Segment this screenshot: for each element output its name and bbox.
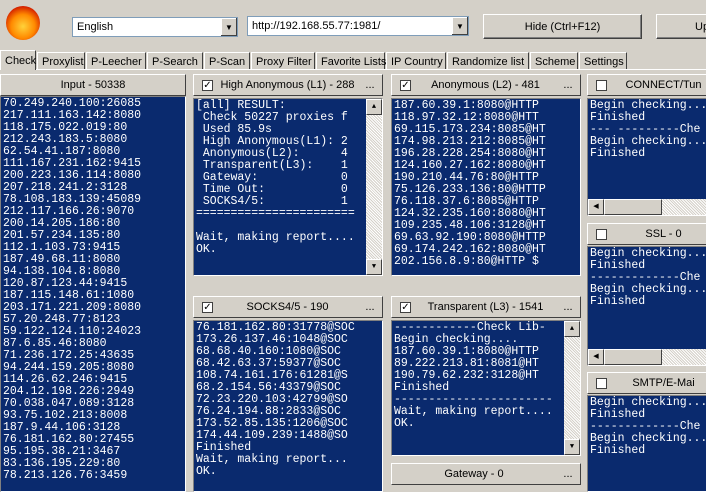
tab-randomize-list[interactable]: Randomize list — [447, 52, 529, 70]
input-pane-header: Input - 50338 — [0, 74, 186, 96]
input-pane-title: Input - 50338 — [60, 79, 126, 91]
log-line: Finished — [590, 295, 646, 308]
transparent-options-button[interactable]: ... — [556, 301, 580, 313]
connect-checkbox[interactable] — [596, 79, 607, 91]
tab-divider — [0, 69, 706, 70]
socks-lines: 76.181.162.80:31778@SOC 173.26.137.46:104… — [194, 321, 382, 479]
socks-header: ✓ SOCKS4/5 - 190 ... — [193, 296, 383, 318]
scroll-up-icon[interactable]: ▲ — [366, 99, 382, 115]
ssl-log[interactable]: Begin checking... Finished -------------Ch… — [587, 246, 706, 366]
input-lines: 70.249.240.100:26085 217.111.163.142:8080… — [1, 97, 185, 483]
smtp-checkbox[interactable] — [596, 377, 607, 389]
transparent-log[interactable]: ------------Check Lib- Begin checking....… — [391, 320, 581, 456]
connect-hscrollbar[interactable]: ◀ — [588, 199, 706, 215]
ssl-header: SSL - 0 — [587, 223, 706, 245]
log-line: 78.213.126.76:3459 — [3, 469, 128, 482]
log-line: OK. — [196, 243, 217, 256]
anon-checkbox[interactable]: ✓ — [400, 79, 411, 91]
tab-p-leecher[interactable]: P-Leecher — [86, 52, 146, 70]
high-anon-log[interactable]: [all] RESULT: Check 50227 proxies f Used… — [193, 98, 383, 276]
tab-settings[interactable]: Settings — [579, 52, 627, 70]
anon-list[interactable]: 187.60.39.1:8080@HTTP 118.97.32.12:8080@H… — [391, 98, 581, 276]
app-logo-flame-icon — [6, 6, 40, 40]
ssl-hscrollbar[interactable]: ◀ — [588, 349, 706, 365]
scroll-down-icon[interactable]: ▼ — [366, 259, 382, 275]
high-anon-scrollbar[interactable]: ▲ ▼ — [366, 99, 382, 275]
language-value: English — [77, 21, 114, 33]
input-list[interactable]: 70.249.240.100:26085 217.111.163.142:8080… — [0, 96, 186, 492]
tab-ip-country[interactable]: IP Country — [386, 52, 446, 70]
smtp-title: SMTP/E-Mai — [632, 377, 695, 389]
smtp-lines: Begin checking... Finished -------------Ch… — [588, 396, 706, 458]
anon-title: Anonymous (L2) - 481 — [431, 79, 540, 91]
connect-log[interactable]: Begin checking... Finished --- ---------Ch… — [587, 98, 706, 216]
high-anon-options-button[interactable]: ... — [358, 79, 382, 91]
url-select[interactable]: http://192.168.55.77:1981/ ▼ — [247, 16, 469, 36]
chevron-down-icon[interactable]: ▼ — [451, 17, 468, 35]
connect-title: CONNECT/Tun — [625, 79, 702, 91]
tab-proxy-filter[interactable]: Proxy Filter — [251, 52, 315, 70]
tab-favorite-lists[interactable]: Favorite Lists — [316, 52, 386, 70]
language-select[interactable]: English ▼ — [72, 17, 238, 37]
high-anon-header: ✓ High Anonymous (L1) - 288 ... — [193, 74, 383, 96]
smtp-header: SMTP/E-Mai — [587, 372, 706, 394]
ssl-lines: Begin checking... Finished -------------Ch… — [588, 247, 706, 309]
tab-strip: Check Proxylist P-Leecher P-Search P-Sca… — [0, 50, 706, 70]
high-anon-title: High Anonymous (L1) - 288 — [220, 79, 355, 91]
scroll-left-icon[interactable]: ◀ — [588, 199, 604, 215]
connect-lines: Begin checking... Finished --- ---------Ch… — [588, 99, 706, 161]
gateway-options-button[interactable]: ... — [556, 468, 580, 480]
gateway-title: Gateway - 0 — [444, 468, 504, 480]
socks-checkbox[interactable]: ✓ — [202, 301, 213, 313]
gateway-header: Gateway - 0 ... — [391, 463, 581, 485]
scroll-thumb[interactable] — [604, 199, 662, 215]
connect-header: CONNECT/Tun — [587, 74, 706, 96]
hide-button[interactable]: Hide (Ctrl+F12) — [483, 14, 642, 39]
transparent-title: Transparent (L3) - 1541 — [427, 301, 544, 313]
transparent-lines: ------------Check Lib- Begin checking....… — [392, 321, 580, 431]
tab-check[interactable]: Check — [0, 50, 36, 70]
log-line: OK. — [394, 417, 415, 430]
tab-p-scan[interactable]: P-Scan — [204, 52, 250, 70]
anon-lines: 187.60.39.1:8080@HTTP 118.97.32.12:8080@H… — [392, 99, 580, 269]
anon-header: ✓ Anonymous (L2) - 481 ... — [391, 74, 581, 96]
tab-scheme[interactable]: Scheme — [530, 52, 578, 70]
scroll-up-icon[interactable]: ▲ — [564, 321, 580, 337]
scroll-thumb[interactable] — [604, 349, 662, 365]
smtp-log[interactable]: Begin checking... Finished -------------Ch… — [587, 395, 706, 492]
update-button[interactable]: Up — [656, 14, 706, 39]
tab-p-search[interactable]: P-Search — [147, 52, 203, 70]
log-line: Wait, making report... — [196, 453, 348, 466]
url-value: http://192.168.55.77:1981/ — [252, 20, 381, 32]
log-line: Finished — [590, 147, 646, 160]
log-line: Wait, making report.... — [394, 405, 553, 418]
scroll-left-icon[interactable]: ◀ — [588, 349, 604, 365]
transparent-header: ✓ Transparent (L3) - 1541 ... — [391, 296, 581, 318]
ssl-checkbox[interactable] — [596, 228, 607, 240]
high-anon-checkbox[interactable]: ✓ — [202, 79, 213, 91]
log-line: ======================= — [196, 207, 355, 220]
socks-title: SOCKS4/5 - 190 — [246, 301, 329, 313]
log-line: Wait, making report.... — [196, 231, 355, 244]
log-line: 202.156.8.9:80@HTTP $ — [394, 255, 539, 268]
scroll-down-icon[interactable]: ▼ — [564, 439, 580, 455]
anon-options-button[interactable]: ... — [556, 79, 580, 91]
high-anon-lines: [all] RESULT: Check 50227 proxies f Used… — [194, 99, 382, 257]
tab-proxylist[interactable]: Proxylist — [37, 52, 85, 70]
transparent-checkbox[interactable]: ✓ — [400, 301, 411, 313]
transparent-scrollbar[interactable]: ▲ ▼ — [564, 321, 580, 455]
ssl-title: SSL - 0 — [645, 228, 682, 240]
log-line: Finished — [590, 444, 646, 457]
chevron-down-icon[interactable]: ▼ — [220, 18, 237, 36]
socks-log[interactable]: 76.181.162.80:31778@SOC 173.26.137.46:104… — [193, 320, 383, 492]
socks-options-button[interactable]: ... — [358, 301, 382, 313]
log-line: OK. — [196, 465, 217, 478]
